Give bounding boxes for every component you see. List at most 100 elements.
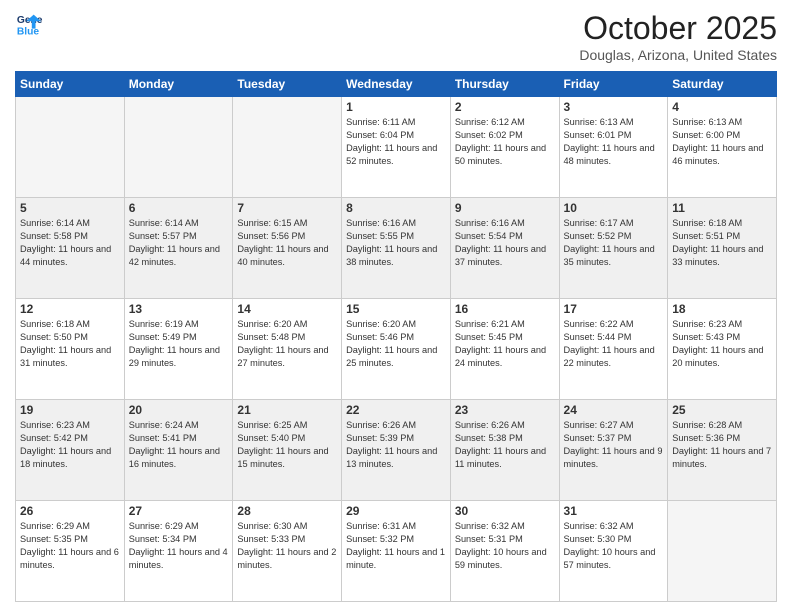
day-number: 16: [455, 302, 555, 316]
day-number: 8: [346, 201, 446, 215]
table-row: 27 Sunrise: 6:29 AM Sunset: 5:34 PM Dayli…: [124, 501, 233, 602]
day-number: 19: [20, 403, 120, 417]
location: Douglas, Arizona, United States: [579, 47, 777, 63]
day-number: 23: [455, 403, 555, 417]
day-number: 20: [129, 403, 229, 417]
table-row: 30Sunrise: 6:32 AM Sunset: 5:31 PM Dayli…: [450, 501, 559, 602]
table-row: 8 Sunrise: 6:16 AM Sunset: 5:55 PM Daylig…: [342, 198, 451, 299]
day-info: Sunrise: 6:14 AM Sunset: 5:58 PM Dayligh…: [20, 217, 120, 269]
day-number: 6: [129, 201, 229, 215]
page: General Blue October 2025 Douglas, Arizo…: [0, 0, 792, 612]
weekday-header-row: Sunday Monday Tuesday Wednesday Thursday…: [16, 72, 777, 97]
table-row: 4Sunrise: 6:13 AM Sunset: 6:00 PM Daylig…: [668, 97, 777, 198]
day-info: Sunrise: 6:11 AM Sunset: 6:04 PM Dayligh…: [346, 116, 446, 168]
day-number: 21: [237, 403, 337, 417]
table-row: 24Sunrise: 6:27 AM Sunset: 5:37 PM Dayli…: [559, 400, 668, 501]
day-number: 18: [672, 302, 772, 316]
day-info: Sunrise: 6:26 AM Sunset: 5:39 PM Dayligh…: [346, 419, 446, 471]
svg-text:Blue: Blue: [17, 26, 40, 37]
day-info: Sunrise: 6:19 AM Sunset: 5:49 PM Dayligh…: [129, 318, 229, 370]
table-row: 11Sunrise: 6:18 AM Sunset: 5:51 PM Dayli…: [668, 198, 777, 299]
table-row: 18 Sunrise: 6:23 AM Sunset: 5:43 PM Dayli…: [668, 299, 777, 400]
day-info: Sunrise: 6:22 AM Sunset: 5:44 PM Dayligh…: [564, 318, 664, 370]
day-number: 3: [564, 100, 664, 114]
table-row: [16, 97, 125, 198]
table-row: 28 Sunrise: 6:30 AM Sunset: 5:33 PM Dayli…: [233, 501, 342, 602]
day-info: Sunrise: 6:20 AM Sunset: 5:46 PM Dayligh…: [346, 318, 446, 370]
header-thursday: Thursday: [450, 72, 559, 97]
day-number: 12: [20, 302, 120, 316]
table-row: 23 Sunrise: 6:26 AM Sunset: 5:38 PM Dayli…: [450, 400, 559, 501]
logo-icon: General Blue: [15, 10, 43, 38]
table-row: 29Sunrise: 6:31 AM Sunset: 5:32 PM Dayli…: [342, 501, 451, 602]
day-number: 27: [129, 504, 229, 518]
day-number: 2: [455, 100, 555, 114]
table-row: 22 Sunrise: 6:26 AM Sunset: 5:39 PM Dayli…: [342, 400, 451, 501]
table-row: [233, 97, 342, 198]
calendar: Sunday Monday Tuesday Wednesday Thursday…: [15, 71, 777, 602]
header-sunday: Sunday: [16, 72, 125, 97]
day-info: Sunrise: 6:16 AM Sunset: 5:54 PM Dayligh…: [455, 217, 555, 269]
day-number: 5: [20, 201, 120, 215]
day-number: 10: [564, 201, 664, 215]
day-info: Sunrise: 6:17 AM Sunset: 5:52 PM Dayligh…: [564, 217, 664, 269]
table-row: [668, 501, 777, 602]
table-row: 7 Sunrise: 6:15 AM Sunset: 5:56 PM Daylig…: [233, 198, 342, 299]
day-number: 7: [237, 201, 337, 215]
day-number: 15: [346, 302, 446, 316]
header-tuesday: Tuesday: [233, 72, 342, 97]
day-info: Sunrise: 6:18 AM Sunset: 5:50 PM Dayligh…: [20, 318, 120, 370]
day-info: Sunrise: 6:23 AM Sunset: 5:42 PM Dayligh…: [20, 419, 120, 471]
table-row: 6 Sunrise: 6:14 AM Sunset: 5:57 PM Daylig…: [124, 198, 233, 299]
table-row: 5 Sunrise: 6:14 AM Sunset: 5:58 PM Daylig…: [16, 198, 125, 299]
day-info: Sunrise: 6:25 AM Sunset: 5:40 PM Dayligh…: [237, 419, 337, 471]
day-info: Sunrise: 6:27 AM Sunset: 5:37 PM Dayligh…: [564, 419, 664, 471]
table-row: 19 Sunrise: 6:23 AM Sunset: 5:42 PM Dayli…: [16, 400, 125, 501]
day-info: Sunrise: 6:15 AM Sunset: 5:56 PM Dayligh…: [237, 217, 337, 269]
table-row: 31Sunrise: 6:32 AM Sunset: 5:30 PM Dayli…: [559, 501, 668, 602]
day-number: 9: [455, 201, 555, 215]
day-info: Sunrise: 6:26 AM Sunset: 5:38 PM Dayligh…: [455, 419, 555, 471]
table-row: 26Sunrise: 6:29 AM Sunset: 5:35 PM Dayli…: [16, 501, 125, 602]
day-number: 11: [672, 201, 772, 215]
logo: General Blue: [15, 10, 43, 38]
table-row: [124, 97, 233, 198]
day-info: Sunrise: 6:23 AM Sunset: 5:43 PM Dayligh…: [672, 318, 772, 370]
day-number: 13: [129, 302, 229, 316]
table-row: 14Sunrise: 6:20 AM Sunset: 5:48 PM Dayli…: [233, 299, 342, 400]
day-number: 28: [237, 504, 337, 518]
table-row: 12 Sunrise: 6:18 AM Sunset: 5:50 PM Dayli…: [16, 299, 125, 400]
calendar-week-row: 1 Sunrise: 6:11 AM Sunset: 6:04 PM Daylig…: [16, 97, 777, 198]
month-title: October 2025: [579, 10, 777, 47]
day-info: Sunrise: 6:28 AM Sunset: 5:36 PM Dayligh…: [672, 419, 772, 471]
table-row: 10 Sunrise: 6:17 AM Sunset: 5:52 PM Dayli…: [559, 198, 668, 299]
table-row: 20Sunrise: 6:24 AM Sunset: 5:41 PM Dayli…: [124, 400, 233, 501]
calendar-week-row: 5 Sunrise: 6:14 AM Sunset: 5:58 PM Daylig…: [16, 198, 777, 299]
table-row: 13 Sunrise: 6:19 AM Sunset: 5:49 PM Dayli…: [124, 299, 233, 400]
day-number: 1: [346, 100, 446, 114]
header-friday: Friday: [559, 72, 668, 97]
day-info: Sunrise: 6:16 AM Sunset: 5:55 PM Dayligh…: [346, 217, 446, 269]
day-info: Sunrise: 6:29 AM Sunset: 5:34 PM Dayligh…: [129, 520, 229, 572]
table-row: 17Sunrise: 6:22 AM Sunset: 5:44 PM Dayli…: [559, 299, 668, 400]
day-number: 29: [346, 504, 446, 518]
day-number: 25: [672, 403, 772, 417]
day-number: 31: [564, 504, 664, 518]
calendar-week-row: 19 Sunrise: 6:23 AM Sunset: 5:42 PM Dayli…: [16, 400, 777, 501]
day-number: 26: [20, 504, 120, 518]
day-info: Sunrise: 6:14 AM Sunset: 5:57 PM Dayligh…: [129, 217, 229, 269]
table-row: 9 Sunrise: 6:16 AM Sunset: 5:54 PM Daylig…: [450, 198, 559, 299]
table-row: 21 Sunrise: 6:25 AM Sunset: 5:40 PM Dayli…: [233, 400, 342, 501]
table-row: 15 Sunrise: 6:20 AM Sunset: 5:46 PM Dayli…: [342, 299, 451, 400]
day-info: Sunrise: 6:12 AM Sunset: 6:02 PM Dayligh…: [455, 116, 555, 168]
title-block: October 2025 Douglas, Arizona, United St…: [579, 10, 777, 63]
day-info: Sunrise: 6:13 AM Sunset: 6:01 PM Dayligh…: [564, 116, 664, 168]
day-info: Sunrise: 6:21 AM Sunset: 5:45 PM Dayligh…: [455, 318, 555, 370]
day-info: Sunrise: 6:20 AM Sunset: 5:48 PM Dayligh…: [237, 318, 337, 370]
day-number: 4: [672, 100, 772, 114]
day-number: 22: [346, 403, 446, 417]
header-monday: Monday: [124, 72, 233, 97]
table-row: 25 Sunrise: 6:28 AM Sunset: 5:36 PM Dayli…: [668, 400, 777, 501]
table-row: 16 Sunrise: 6:21 AM Sunset: 5:45 PM Dayli…: [450, 299, 559, 400]
day-info: Sunrise: 6:30 AM Sunset: 5:33 PM Dayligh…: [237, 520, 337, 572]
